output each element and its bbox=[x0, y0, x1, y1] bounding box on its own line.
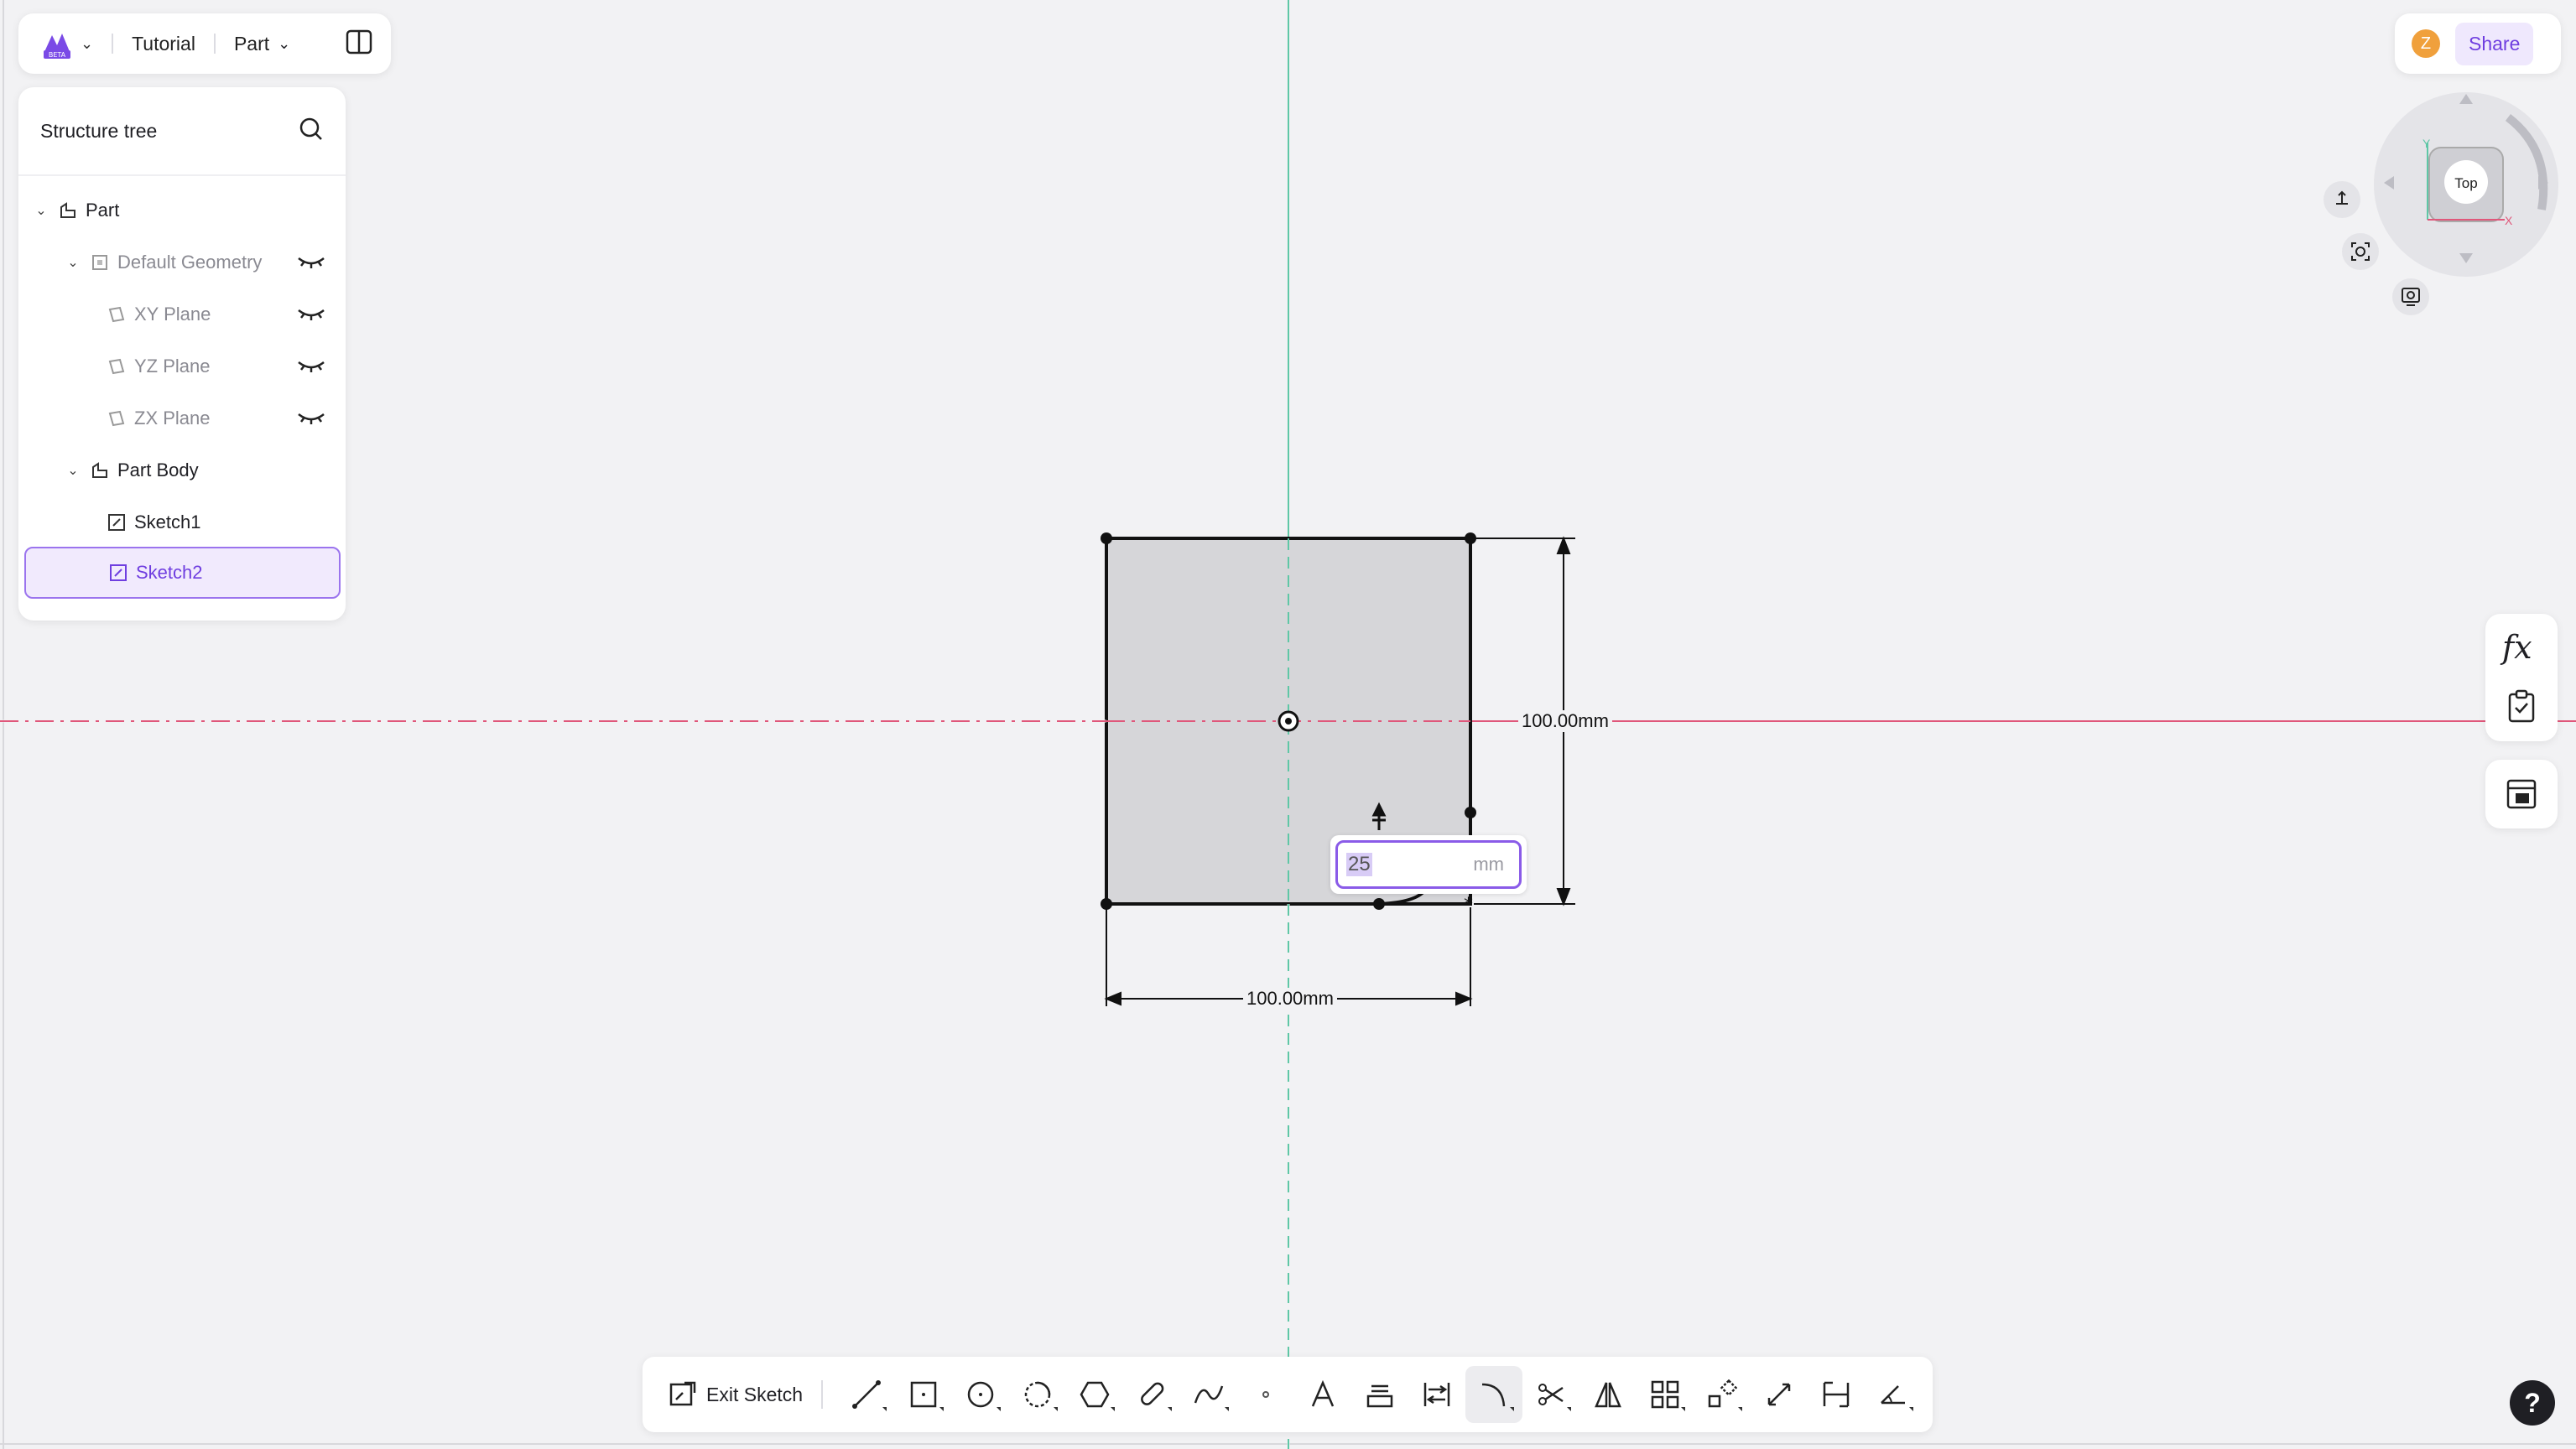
sketch-toolbar: Exit Sketch bbox=[643, 1357, 1933, 1432]
project-name[interactable]: Tutorial bbox=[132, 33, 195, 55]
transform-tool-icon[interactable] bbox=[1694, 1366, 1751, 1423]
tree-item-label: Sketch2 bbox=[136, 562, 203, 583]
dimension-input-popup[interactable]: 25 mm bbox=[1330, 835, 1527, 894]
spline-tool-icon[interactable] bbox=[1180, 1366, 1237, 1423]
panel-toggle-icon[interactable] bbox=[346, 29, 372, 60]
share-button[interactable]: Share bbox=[2455, 22, 2534, 65]
eye-closed-icon[interactable] bbox=[297, 409, 325, 431]
trim-tool-icon[interactable] bbox=[1522, 1366, 1579, 1423]
plane-icon bbox=[106, 408, 127, 429]
plane-icon bbox=[106, 356, 127, 377]
tree-item-sketch2[interactable]: Sketch2 bbox=[24, 547, 341, 599]
chevron-down-icon: ⌄ bbox=[278, 34, 291, 52]
point-tool-icon[interactable] bbox=[1237, 1366, 1294, 1423]
plane-icon bbox=[106, 304, 127, 325]
structure-tree-panel: Structure tree ⌄ Part ⌄ Default Geometry… bbox=[18, 87, 346, 621]
share-bar: Z Share bbox=[2395, 13, 2561, 74]
sketch-icon bbox=[106, 512, 127, 533]
layout-icon[interactable] bbox=[2506, 778, 2537, 814]
chevron-down-icon[interactable]: ⌄ bbox=[64, 254, 82, 271]
vertical-dimension-label[interactable]: 100.00mm bbox=[1518, 710, 1612, 732]
project-tool-icon[interactable] bbox=[1351, 1366, 1408, 1423]
tree-item-label: Default Geometry bbox=[117, 252, 263, 273]
header-bar: BETA ⌄ Tutorial Part ⌄ bbox=[18, 13, 391, 74]
tree-item-part[interactable]: ⌄ Part bbox=[18, 186, 346, 235]
right-tool-panel-2 bbox=[2485, 760, 2558, 828]
formula-icon[interactable]: fx bbox=[2502, 629, 2532, 666]
pattern-tool-icon[interactable] bbox=[1637, 1366, 1694, 1423]
arc-tool-icon[interactable] bbox=[1009, 1366, 1066, 1423]
tree-item-label: XY Plane bbox=[134, 304, 211, 325]
offset-tool-icon[interactable] bbox=[1408, 1366, 1465, 1423]
tree-item-default-geometry[interactable]: ⌄ Default Geometry bbox=[18, 238, 346, 287]
view-cube-face[interactable]: Top bbox=[2454, 175, 2477, 191]
help-button[interactable]: ? bbox=[2510, 1380, 2555, 1426]
svg-text:X: X bbox=[2505, 214, 2513, 227]
dimension-input-value[interactable]: 25 bbox=[1346, 853, 1372, 876]
svg-text:Y: Y bbox=[2422, 137, 2431, 150]
eye-closed-icon[interactable] bbox=[297, 253, 325, 275]
tree-item-label: Sketch1 bbox=[134, 512, 201, 532]
tree-item-label: YZ Plane bbox=[134, 356, 211, 377]
distance-constraint-tool-icon[interactable] bbox=[1808, 1366, 1865, 1423]
tree-item-xy-plane[interactable]: XY Plane bbox=[18, 290, 346, 339]
polygon-tool-icon[interactable] bbox=[1066, 1366, 1123, 1423]
text-tool-icon[interactable] bbox=[1294, 1366, 1351, 1423]
horizontal-dimension-label[interactable]: 100.00mm bbox=[1243, 988, 1337, 1010]
body-icon bbox=[89, 460, 111, 481]
angle-tool-icon[interactable] bbox=[1865, 1366, 1922, 1423]
tree-item-yz-plane[interactable]: YZ Plane bbox=[18, 342, 346, 391]
dimension-input-unit: mm bbox=[1473, 854, 1504, 875]
tree-item-sketch1[interactable]: Sketch1 bbox=[18, 498, 346, 547]
right-tool-panel: fx bbox=[2485, 614, 2558, 741]
sketch-canvas[interactable]: * bbox=[0, 0, 2576, 1449]
eye-closed-icon[interactable] bbox=[297, 305, 325, 327]
tree-item-label: ZX Plane bbox=[134, 408, 211, 428]
clipboard-check-icon[interactable] bbox=[2507, 689, 2536, 727]
tree-item-label: Part bbox=[86, 200, 120, 221]
dimension-input[interactable]: 25 mm bbox=[1335, 840, 1522, 889]
eye-closed-icon[interactable] bbox=[297, 357, 325, 379]
app-logo-icon[interactable]: BETA bbox=[40, 27, 74, 60]
geometry-icon bbox=[89, 252, 111, 273]
tree-item-label: Part Body bbox=[117, 460, 199, 480]
exit-sketch-label: Exit Sketch bbox=[706, 1383, 804, 1405]
chevron-down-icon[interactable]: ⌄ bbox=[81, 35, 93, 53]
svg-text:*: * bbox=[1464, 895, 1473, 916]
fit-view-icon[interactable] bbox=[2342, 233, 2379, 270]
dimension-tool-icon[interactable] bbox=[1751, 1366, 1808, 1423]
circle-tool-icon[interactable] bbox=[952, 1366, 1009, 1423]
tree-item-zx-plane[interactable]: ZX Plane bbox=[18, 394, 346, 443]
fillet-tool-icon[interactable] bbox=[1465, 1366, 1523, 1423]
normal-view-icon[interactable] bbox=[2324, 181, 2360, 218]
exit-sketch-button[interactable]: Exit Sketch bbox=[668, 1379, 803, 1410]
tree-item-part-body[interactable]: ⌄ Part Body bbox=[18, 446, 346, 495]
display-mode-icon[interactable] bbox=[2392, 278, 2429, 315]
line-tool-icon[interactable] bbox=[838, 1366, 895, 1423]
chevron-down-icon[interactable]: ⌄ bbox=[64, 462, 82, 479]
sketch-icon bbox=[107, 562, 129, 584]
search-icon[interactable] bbox=[299, 117, 324, 146]
view-cube[interactable]: Top Y X bbox=[2365, 84, 2567, 285]
slot-tool-icon[interactable] bbox=[1123, 1366, 1180, 1423]
exit-sketch-icon bbox=[669, 1381, 696, 1406]
avatar[interactable]: Z bbox=[2412, 29, 2440, 58]
divider bbox=[213, 34, 216, 54]
rectangle-tool-icon[interactable] bbox=[895, 1366, 952, 1423]
mirror-tool-icon[interactable] bbox=[1579, 1366, 1637, 1423]
chevron-down-icon[interactable]: ⌄ bbox=[32, 202, 50, 219]
part-icon bbox=[57, 200, 79, 221]
structure-tree-title: Structure tree bbox=[40, 119, 158, 142]
divider bbox=[821, 1380, 824, 1409]
mode-dropdown[interactable]: Part ⌄ bbox=[234, 33, 290, 55]
mode-label: Part bbox=[233, 32, 270, 55]
divider bbox=[112, 34, 114, 54]
svg-text:BETA: BETA bbox=[49, 51, 66, 59]
